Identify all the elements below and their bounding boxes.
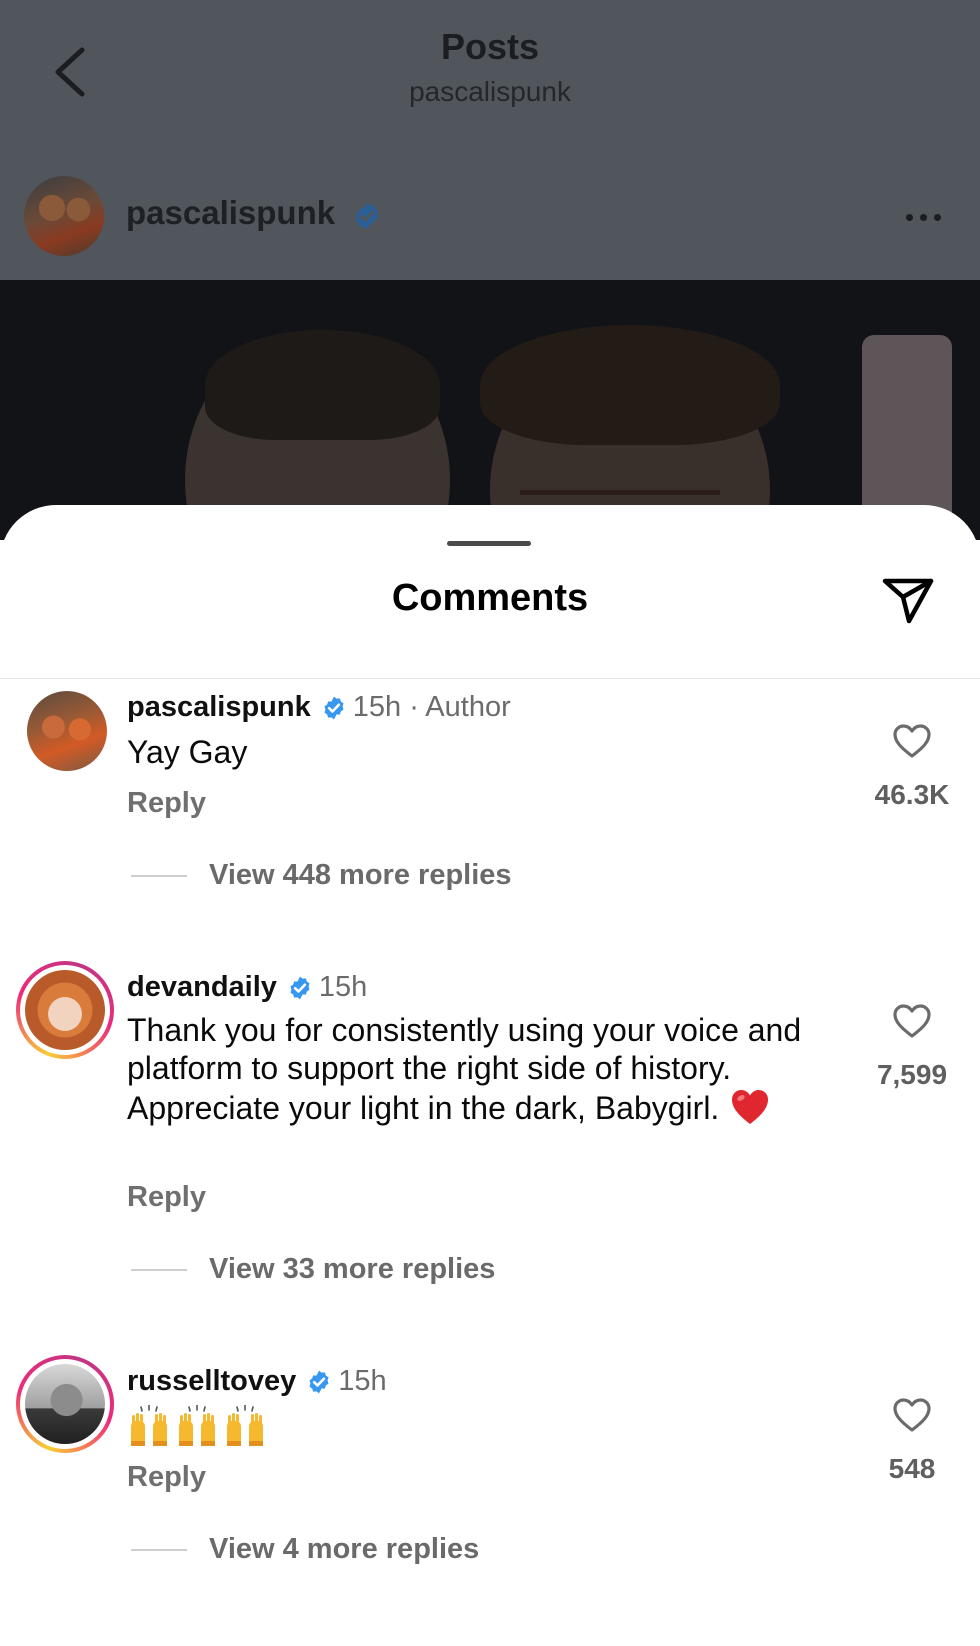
- view-more-replies-label[interactable]: View 448 more replies: [209, 859, 512, 892]
- share-send-icon[interactable]: [880, 574, 936, 626]
- sheet-title: Comments: [391, 577, 589, 619]
- commenter-avatar-story-ring[interactable]: [16, 1355, 114, 1453]
- raising-hands-emoji-icon: [227, 1405, 263, 1446]
- sheet-grabber[interactable]: [447, 541, 531, 546]
- like-count: 46.3K: [874, 779, 950, 810]
- reply-button[interactable]: Reply: [127, 787, 206, 820]
- author-avatar[interactable]: [24, 176, 104, 256]
- comment-header: russelltovey 15h: [127, 1365, 387, 1398]
- like-count: 7,599: [876, 1059, 948, 1090]
- page-title: Posts: [440, 26, 540, 67]
- comment-text-block: Thank you for consistently using your vo…: [127, 1011, 807, 1127]
- commenter-avatar[interactable]: [25, 970, 105, 1050]
- page-subtitle: pascalispunk: [409, 76, 571, 107]
- comment-item: pascalispunk 15h · Author Yay Gay Reply …: [0, 691, 980, 961]
- raising-hands-emoji-icon: [131, 1405, 167, 1446]
- comment-item: devandaily 15h Thank you for consistentl…: [0, 961, 980, 1331]
- comments-sheet: Comments pascalispunk 15h · Author Yay G…: [0, 505, 980, 1646]
- view-more-replies[interactable]: View 448 more replies: [131, 859, 512, 892]
- comment-timestamp: 15h: [318, 971, 368, 1003]
- comment-text: Yay Gay: [127, 734, 248, 770]
- post-header-dimmed: Posts pascalispunk pascalispunk: [0, 0, 980, 280]
- reply-button[interactable]: Reply: [127, 1461, 206, 1494]
- like-count: 548: [888, 1453, 936, 1484]
- comment-timestamp: 15h · Author: [352, 691, 511, 723]
- comment-username[interactable]: russelltovey: [127, 1365, 296, 1398]
- red-heart-emoji-icon: [732, 1090, 769, 1124]
- comment-text: Thank you for consistently using your vo…: [127, 1012, 802, 1126]
- post-image: [0, 280, 980, 540]
- raising-hands-emoji-icon: [179, 1405, 215, 1446]
- like-heart-icon[interactable]: [892, 723, 932, 759]
- verified-badge-icon: [309, 1370, 329, 1393]
- view-more-replies-label[interactable]: View 33 more replies: [209, 1253, 495, 1286]
- comment-header: devandaily 15h: [127, 971, 367, 1004]
- view-more-replies[interactable]: View 4 more replies: [131, 1533, 479, 1566]
- view-more-replies[interactable]: View 33 more replies: [131, 1253, 495, 1286]
- comment-item: russelltovey 15h Reply 548 View 4 more r…: [0, 1355, 980, 1635]
- commenter-avatar[interactable]: [27, 691, 107, 771]
- commenter-avatar-story-ring[interactable]: [16, 961, 114, 1059]
- comment-timestamp: 15h: [338, 1365, 387, 1397]
- verified-badge-icon: [356, 202, 378, 230]
- verified-badge-icon: [324, 696, 344, 719]
- comment-username[interactable]: devandaily: [127, 971, 277, 1004]
- more-options-icon[interactable]: [906, 214, 941, 221]
- comment-username[interactable]: pascalispunk: [127, 691, 311, 724]
- author-username[interactable]: pascalispunk: [126, 194, 335, 232]
- comment-emoji-row: [127, 1405, 807, 1455]
- post-author-row: pascalispunk: [0, 170, 980, 260]
- commenter-avatar[interactable]: [25, 1364, 105, 1444]
- reply-button[interactable]: Reply: [127, 1181, 206, 1214]
- comment-header: pascalispunk 15h · Author: [127, 691, 511, 724]
- verified-badge-icon: [290, 976, 310, 999]
- like-heart-icon[interactable]: [892, 1003, 932, 1039]
- view-more-replies-label[interactable]: View 4 more replies: [209, 1533, 479, 1566]
- like-heart-icon[interactable]: [892, 1397, 932, 1433]
- sheet-divider: [0, 678, 980, 679]
